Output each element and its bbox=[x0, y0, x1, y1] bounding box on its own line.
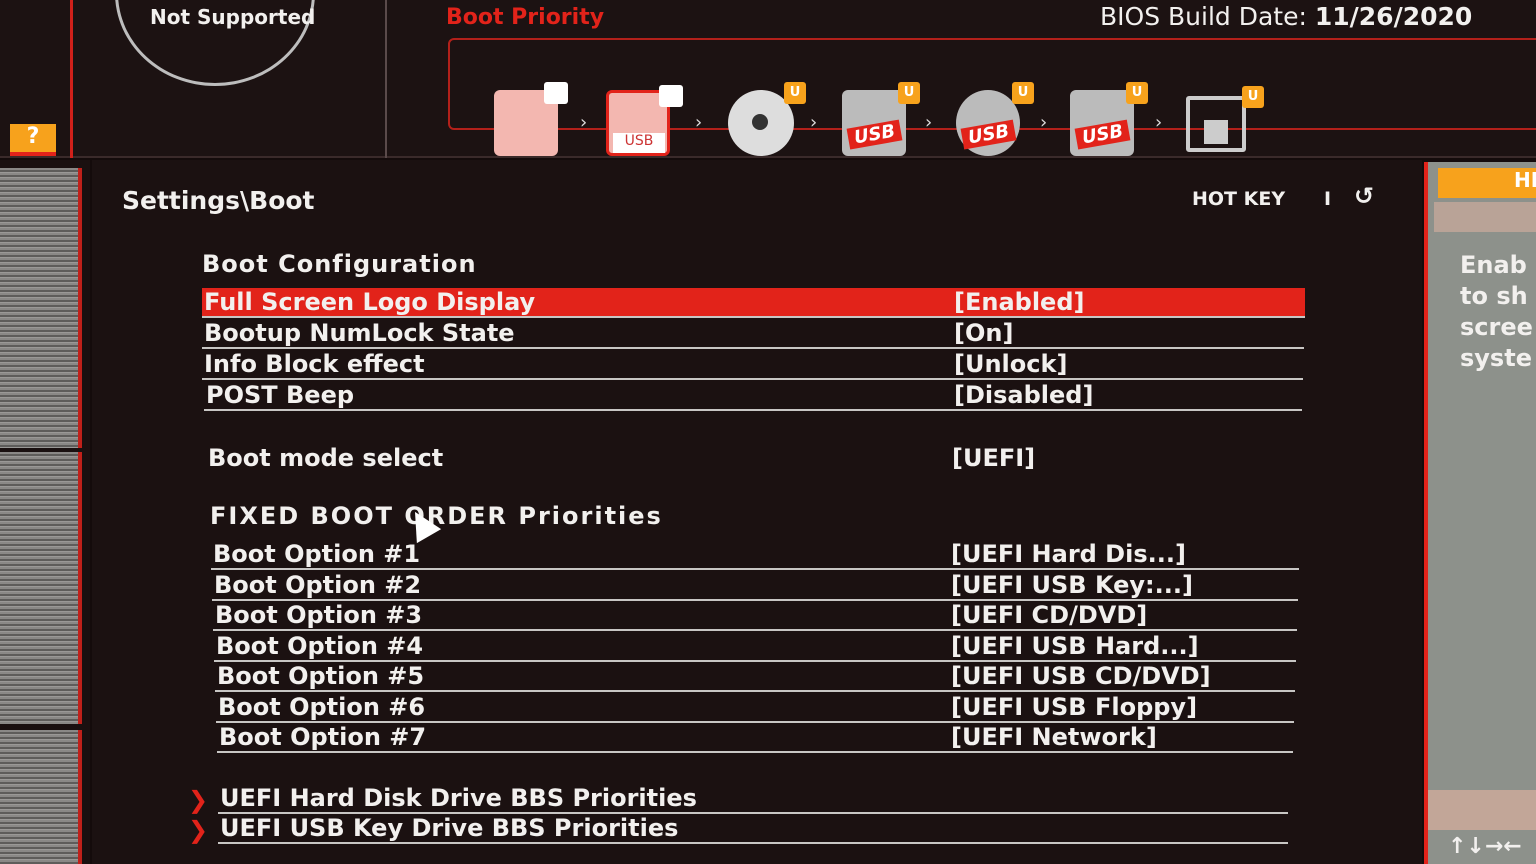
uefi-badge: U bbox=[784, 82, 806, 104]
boot-option-value: [UEFI USB Floppy] bbox=[951, 693, 1198, 721]
help-header-bar bbox=[1434, 202, 1536, 232]
setting-label: Info Block effect bbox=[204, 350, 425, 378]
boot-option-value: [UEFI Hard Dis...] bbox=[951, 540, 1186, 568]
cpu-status-text: Not Supported bbox=[150, 5, 316, 29]
help-footer-bar bbox=[1428, 790, 1536, 830]
usb-label: USB bbox=[960, 119, 1017, 150]
help-panel: HE Enab to sh scree syste ↑↓→← bbox=[1424, 162, 1536, 864]
network-icon[interactable]: U bbox=[1186, 86, 1264, 152]
left-side-tabs bbox=[0, 160, 90, 864]
build-date-value: 11/26/2020 bbox=[1314, 2, 1473, 31]
uefi-badge: U bbox=[898, 82, 920, 104]
setting-value: [Enabled] bbox=[954, 288, 1085, 316]
boot-option-row[interactable]: Boot Option #3 [UEFI CD/DVD] bbox=[213, 601, 1297, 631]
chevron-right-icon: ❯ bbox=[188, 816, 209, 844]
chevron-right-icon: › bbox=[695, 112, 703, 133]
boot-option-label: Boot Option #3 bbox=[215, 601, 423, 629]
boot-option-row[interactable]: Boot Option #2 [UEFI USB Key:...] bbox=[212, 571, 1298, 601]
submenu-label: UEFI USB Key Drive BBS Priorities bbox=[218, 814, 1288, 844]
usb-hard-disk-icon[interactable]: USB U bbox=[842, 82, 920, 156]
setting-value: [Disabled] bbox=[954, 381, 1094, 409]
boot-option-row[interactable]: Boot Option #4 [UEFI USB Hard...] bbox=[214, 632, 1296, 662]
boot-option-row[interactable]: Boot Option #5 [UEFI USB CD/DVD] bbox=[215, 662, 1295, 692]
chevron-right-icon: › bbox=[1155, 112, 1163, 133]
bios-build-date: BIOS Build Date: 11/26/2020 bbox=[1100, 2, 1472, 31]
help-line: Enab bbox=[1460, 251, 1527, 279]
boot-option-label: Boot Option #5 bbox=[217, 662, 425, 690]
boot-option-value: [UEFI Network] bbox=[951, 723, 1157, 751]
chevron-right-icon: › bbox=[1040, 112, 1048, 133]
boot-option-label: Boot Option #6 bbox=[218, 693, 426, 721]
chevron-right-icon: › bbox=[925, 112, 933, 133]
help-text: Enab to sh scree syste bbox=[1460, 250, 1533, 374]
hotkey-separator: I bbox=[1324, 188, 1332, 210]
divider bbox=[385, 0, 387, 158]
submenu-hdd-bbs[interactable]: ❯ UEFI Hard Disk Drive BBS Priorities bbox=[188, 784, 1292, 814]
navigation-hint: ↑↓→← bbox=[1448, 834, 1522, 859]
hotkey-button[interactable]: HOT KEY bbox=[1192, 188, 1285, 210]
setting-row-post-beep[interactable]: POST Beep [Disabled] bbox=[204, 381, 1302, 411]
submenu-text: UEFI Hard Disk Drive BBS Priorities bbox=[220, 784, 697, 812]
usb-label: USB bbox=[846, 119, 903, 150]
setting-row-boot-mode[interactable]: Boot mode select [UEFI] bbox=[206, 444, 1302, 474]
usb-label: USB bbox=[613, 133, 665, 153]
hard-disk-icon[interactable] bbox=[494, 82, 568, 156]
setting-value: [UEFI] bbox=[952, 444, 1036, 472]
boot-priority-title: Boot Priority bbox=[446, 5, 605, 30]
boot-option-value: [UEFI USB Key:...] bbox=[951, 571, 1193, 599]
submenu-label: UEFI Hard Disk Drive BBS Priorities bbox=[218, 784, 1288, 814]
boot-option-label: Boot Option #1 bbox=[213, 540, 421, 568]
divider bbox=[70, 0, 73, 158]
setting-label: Boot mode select bbox=[208, 444, 444, 472]
help-line: scree bbox=[1460, 313, 1533, 341]
boot-option-row[interactable]: Boot Option #7 [UEFI Network] bbox=[217, 723, 1293, 753]
chevron-right-icon: › bbox=[810, 112, 818, 133]
uefi-badge: U bbox=[1242, 86, 1264, 108]
top-bar: Not Supported ? Boot Priority BIOS Build… bbox=[0, 0, 1536, 158]
help-button[interactable]: ? bbox=[10, 124, 56, 156]
usb-cd-icon[interactable]: USB U bbox=[956, 82, 1034, 156]
setting-row-info-block[interactable]: Info Block effect [Unlock] bbox=[202, 350, 1303, 380]
usb-label: USB bbox=[1074, 119, 1131, 150]
boot-option-value: [UEFI CD/DVD] bbox=[951, 601, 1148, 629]
boot-option-row[interactable]: Boot Option #1 [UEFI Hard Dis...] bbox=[211, 540, 1299, 570]
usb-floppy-icon[interactable]: USB U bbox=[1070, 82, 1148, 156]
side-tab-oc[interactable] bbox=[0, 452, 82, 724]
boot-option-label: Boot Option #7 bbox=[219, 723, 427, 751]
setting-value: [On] bbox=[954, 319, 1014, 347]
boot-option-label: Boot Option #2 bbox=[214, 571, 422, 599]
boot-option-label: Boot Option #4 bbox=[216, 632, 424, 660]
help-line: syste bbox=[1460, 344, 1532, 372]
chevron-right-icon: ❯ bbox=[188, 786, 209, 814]
build-date-label: BIOS Build Date: bbox=[1100, 2, 1307, 31]
undo-arrow-icon[interactable]: ↺ bbox=[1354, 182, 1374, 210]
settings-panel: Settings\Boot HOT KEY I ↺ Boot Configura… bbox=[92, 160, 1422, 864]
help-tab[interactable]: HE bbox=[1438, 168, 1536, 198]
help-line: to sh bbox=[1460, 282, 1528, 310]
usb-key-icon[interactable]: USB bbox=[606, 85, 683, 156]
boot-priority-bar: › USB › U › USB U › USB U › USB U › U bbox=[448, 38, 1536, 156]
setting-label: Full Screen Logo Display bbox=[204, 288, 536, 316]
uefi-badge: U bbox=[1126, 82, 1148, 104]
submenu-usb-key-bbs[interactable]: ❯ UEFI USB Key Drive BBS Priorities bbox=[188, 814, 1292, 844]
setting-label: POST Beep bbox=[206, 381, 355, 409]
breadcrumb: Settings\Boot bbox=[122, 186, 315, 215]
uefi-badge: U bbox=[1012, 82, 1034, 104]
boot-option-value: [UEFI USB CD/DVD] bbox=[951, 662, 1211, 690]
boot-config-title: Boot Configuration bbox=[202, 250, 477, 278]
side-tab-mflash[interactable] bbox=[0, 730, 82, 864]
submenu-text: UEFI USB Key Drive BBS Priorities bbox=[220, 814, 679, 842]
boot-option-row[interactable]: Boot Option #6 [UEFI USB Floppy] bbox=[216, 693, 1294, 723]
cd-dvd-icon[interactable]: U bbox=[728, 82, 806, 156]
setting-label: Bootup NumLock State bbox=[204, 319, 515, 347]
side-tab-settings[interactable] bbox=[0, 168, 82, 448]
setting-row-numlock[interactable]: Bootup NumLock State [On] bbox=[202, 319, 1304, 349]
boot-option-value: [UEFI USB Hard...] bbox=[951, 632, 1199, 660]
setting-row-full-screen-logo[interactable]: Full Screen Logo Display [Enabled] bbox=[202, 288, 1305, 318]
setting-value: [Unlock] bbox=[954, 350, 1068, 378]
chevron-right-icon: › bbox=[580, 112, 588, 133]
